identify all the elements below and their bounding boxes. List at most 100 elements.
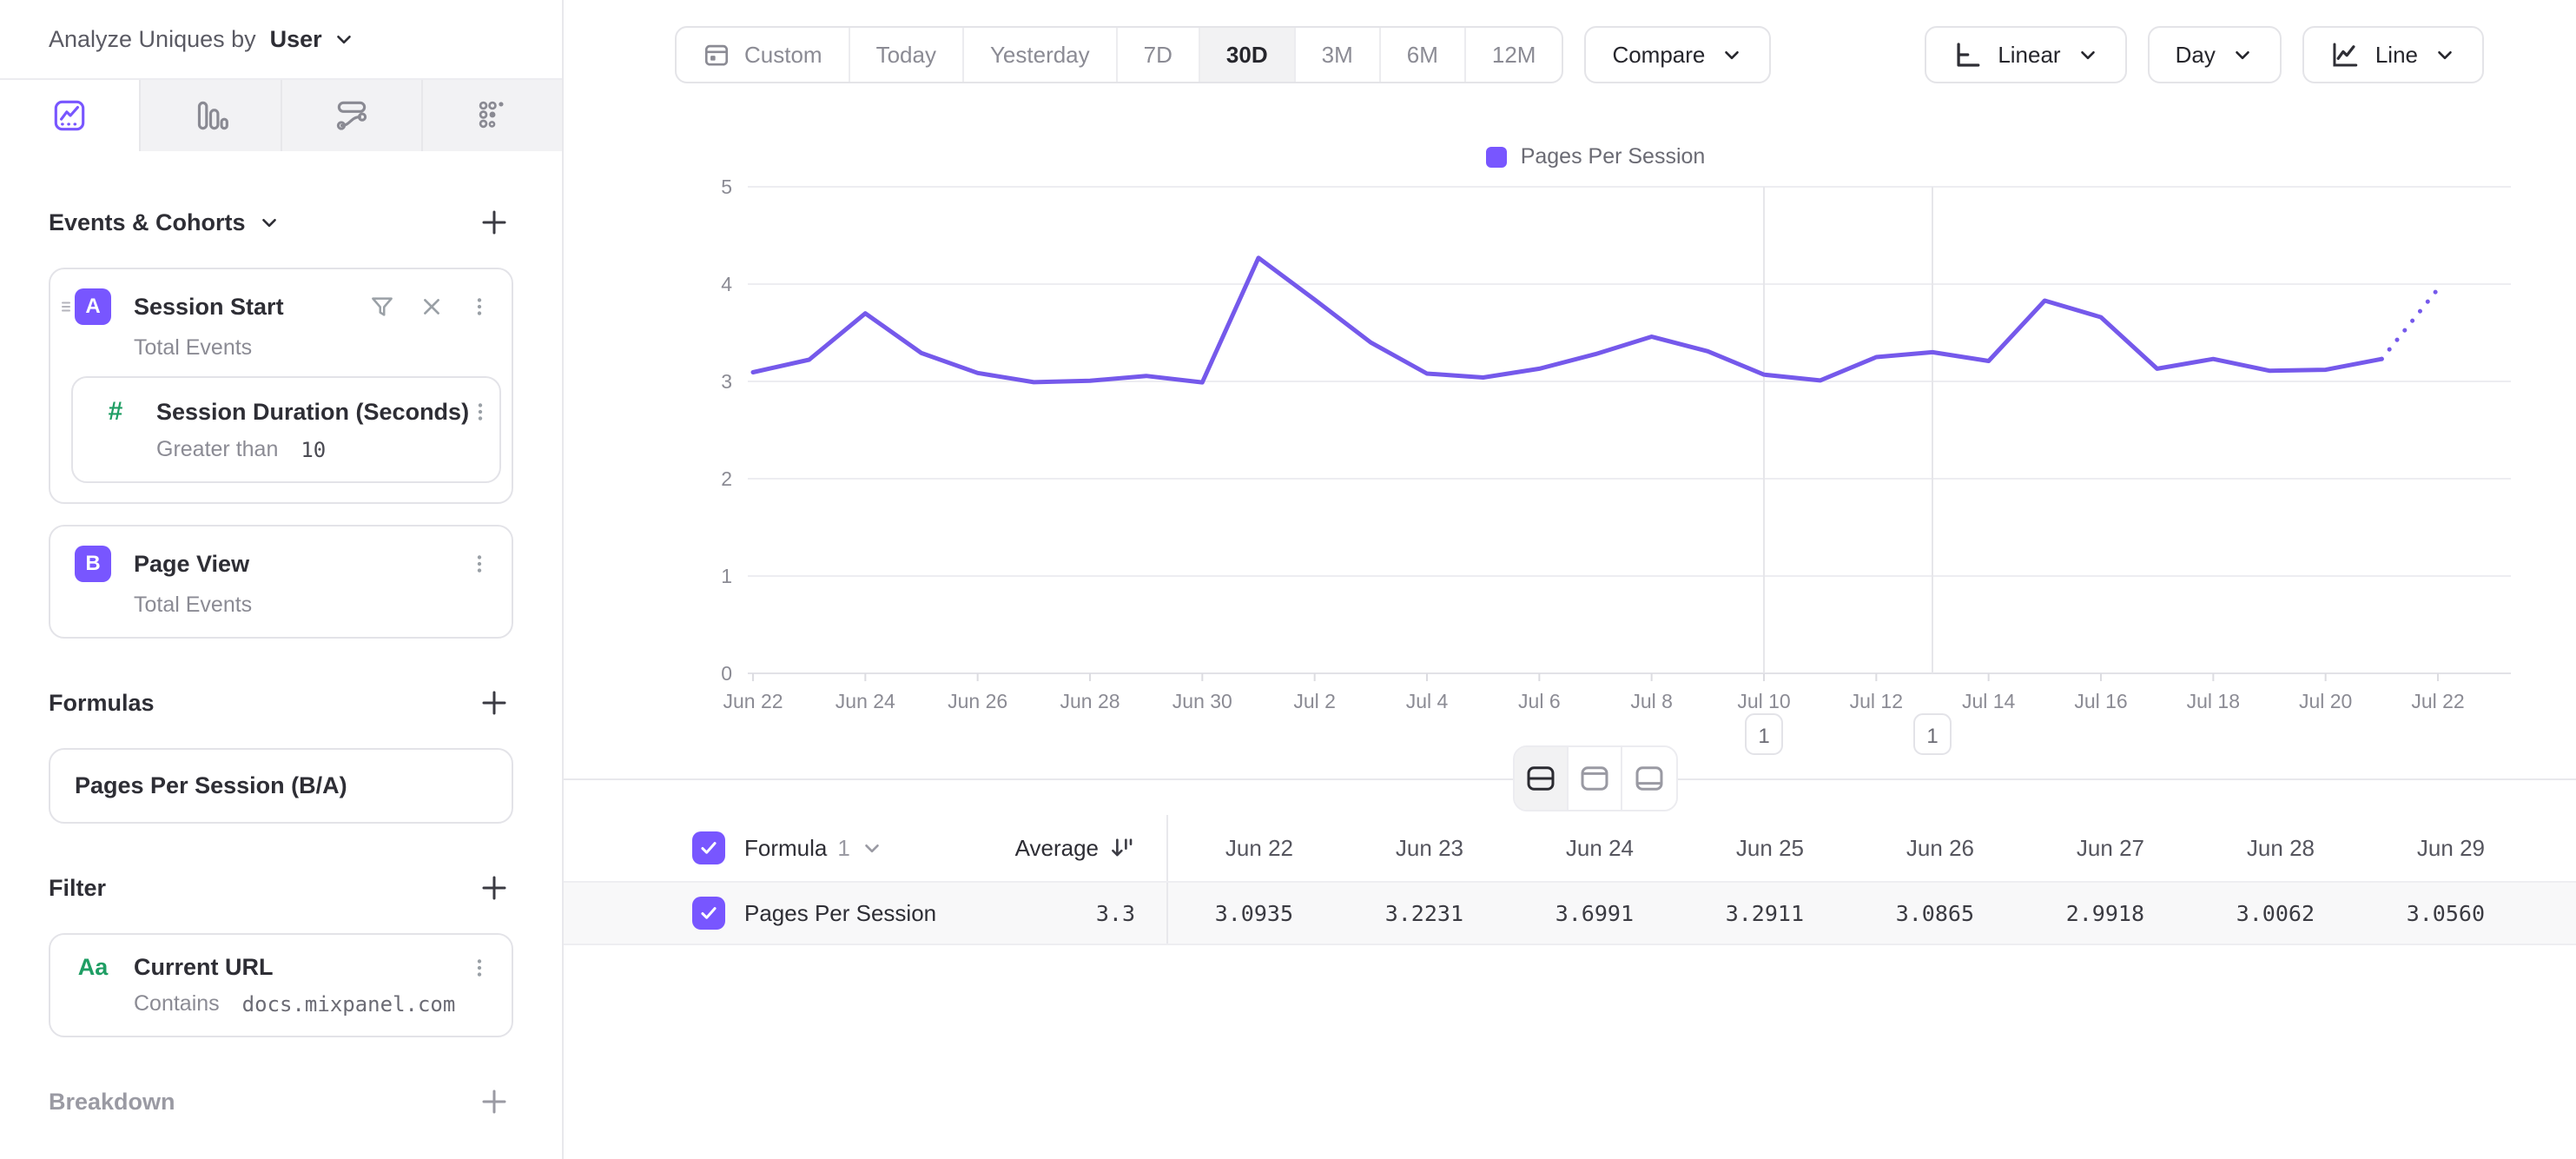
layout-split-button[interactable] xyxy=(1515,747,1569,810)
filter-icon[interactable] xyxy=(369,294,395,320)
series-line[interactable] xyxy=(753,258,2381,382)
plus-icon xyxy=(479,687,510,719)
layout-split-icon xyxy=(1524,762,1557,795)
event-actions xyxy=(369,294,491,320)
x-tick-label: Jul 12 xyxy=(1850,690,1903,712)
x-tick-label: Jul 2 xyxy=(1293,690,1336,712)
x-tick-label: Jul 18 xyxy=(2187,690,2240,712)
kebab-menu-icon xyxy=(468,294,491,320)
annotation-count: 1 xyxy=(1758,725,1769,748)
kebab-menu-icon xyxy=(468,551,491,577)
add-event-button[interactable] xyxy=(475,203,513,242)
event-card-session-start[interactable]: A Session Start Total Events # Session D… xyxy=(49,268,513,504)
analyze-by-selector[interactable]: User xyxy=(270,26,355,53)
x-tick-label: Jun 30 xyxy=(1172,690,1232,712)
date-column-header[interactable]: Jun 25 xyxy=(1679,835,1849,862)
x-tick-label: Jun 24 xyxy=(836,690,895,712)
layout-chart-only-button[interactable] xyxy=(1569,747,1622,810)
event-name: Page View xyxy=(134,551,249,578)
kebab-menu-icon[interactable] xyxy=(468,294,491,320)
event-row: B Page View xyxy=(50,527,512,582)
event-aggregation[interactable]: Total Events xyxy=(50,582,512,618)
drag-handle-icon[interactable] xyxy=(57,295,78,322)
events-section-title[interactable]: Events & Cohorts xyxy=(49,209,281,236)
date-cell-value: 3.0935 xyxy=(1168,901,1338,926)
app-root: Analyze Uniques by User Events & Cohorts… xyxy=(0,0,2576,1159)
date-column-header[interactable]: Jun 28 xyxy=(2190,835,2360,862)
bar-chart-icon xyxy=(190,96,230,136)
date-column-header[interactable]: Jun 29 xyxy=(2360,835,2530,862)
tab-flow-chart[interactable] xyxy=(282,80,423,151)
x-tick-label: Jul 8 xyxy=(1630,690,1673,712)
layout-table-only-button[interactable] xyxy=(1622,747,1676,810)
date-columns-values: 3.09353.22313.69913.29113.08652.99183.00… xyxy=(1166,883,2530,944)
kebab-menu-icon[interactable] xyxy=(468,955,491,981)
series-line-projected xyxy=(2381,289,2438,360)
filter-section-head: Filter xyxy=(49,869,513,907)
select-all-checkbox[interactable] xyxy=(692,831,725,864)
tab-bar-chart[interactable] xyxy=(141,80,281,151)
layout-table-only-icon xyxy=(1633,762,1666,795)
check-icon xyxy=(697,837,720,859)
formula-card[interactable]: Pages Per Session (B/A) xyxy=(49,748,513,824)
sort-descending-icon[interactable] xyxy=(1109,835,1135,861)
analyze-label: Analyze Uniques by xyxy=(49,26,256,53)
date-column-header[interactable]: Jun 23 xyxy=(1338,835,1509,862)
date-column-header[interactable]: Jun 27 xyxy=(2019,835,2190,862)
metric-dots-icon xyxy=(472,96,512,136)
add-formula-button[interactable] xyxy=(475,684,513,722)
row-average-cell: 3.3 xyxy=(987,901,1135,926)
filter-condition[interactable]: Contains docs.mixpanel.com xyxy=(50,981,512,1017)
filter-card-current-url[interactable]: Aa Current URL Contains docs.mixpanel.co… xyxy=(49,933,513,1037)
date-column-header[interactable]: Jun 26 xyxy=(1849,835,2019,862)
breakdown-section-title: Breakdown xyxy=(49,1089,175,1116)
chevron-down-icon xyxy=(333,28,355,50)
date-cell-value: 3.2231 xyxy=(1338,901,1509,926)
chevron-down-icon xyxy=(258,211,281,234)
event-name: Session Start xyxy=(134,294,284,321)
row-checkbox-cell xyxy=(692,897,744,930)
date-cell-value: 3.0062 xyxy=(2190,901,2360,926)
filter-value[interactable]: docs.mixpanel.com xyxy=(242,992,456,1017)
flow-chart-icon xyxy=(332,96,372,136)
average-header-cell[interactable]: Average xyxy=(987,835,1135,862)
kebab-menu-icon[interactable] xyxy=(468,551,491,577)
property-name: Session Duration (Seconds) xyxy=(156,399,469,426)
plus-icon xyxy=(479,872,510,904)
layout-toggle-group xyxy=(1513,745,1678,811)
x-tick-label: Jun 22 xyxy=(723,690,783,712)
filter-row: Aa Current URL xyxy=(50,935,512,981)
event-aggregation[interactable]: Total Events xyxy=(50,325,512,361)
filter-row: # Session Duration (Seconds) xyxy=(73,378,499,427)
y-tick-label: 0 xyxy=(721,662,732,685)
date-column-header[interactable]: Jun 24 xyxy=(1509,835,1679,862)
formulas-section-head: Formulas xyxy=(49,684,513,722)
date-column-header[interactable]: Jun 22 xyxy=(1168,835,1338,862)
check-icon xyxy=(697,902,720,924)
table-row[interactable]: Pages Per Session 3.3 3.09353.22313.6991… xyxy=(564,881,2576,945)
event-card-page-view[interactable]: B Page View Total Events xyxy=(49,525,513,639)
tab-insights-line-chart[interactable] xyxy=(0,80,141,151)
filter-value[interactable]: 10 xyxy=(301,438,326,462)
chart-type-tabstrip xyxy=(0,80,562,151)
x-tick-label: Jul 22 xyxy=(2411,690,2464,712)
close-icon[interactable] xyxy=(419,295,444,319)
analyze-header: Analyze Uniques by User xyxy=(0,0,562,80)
x-tick-label: Jun 26 xyxy=(948,690,1007,712)
row-checkbox[interactable] xyxy=(692,897,725,930)
chevron-down-icon xyxy=(861,837,883,859)
header-checkbox-cell xyxy=(692,831,744,864)
event-badge: A xyxy=(75,288,111,325)
numeric-filter-card[interactable]: # Session Duration (Seconds) Greater tha… xyxy=(71,376,501,483)
x-tick-label: Jul 14 xyxy=(1962,690,2016,712)
filter-condition[interactable]: Greater than 10 xyxy=(73,427,499,462)
kebab-menu-icon[interactable] xyxy=(469,399,492,425)
add-breakdown-button[interactable] xyxy=(475,1083,513,1121)
y-tick-label: 3 xyxy=(721,370,732,393)
formula-header-cell[interactable]: Formula 1 xyxy=(744,835,987,862)
annotation-count: 1 xyxy=(1926,725,1938,748)
filter-section-title: Filter xyxy=(49,875,106,902)
plus-icon xyxy=(479,1086,510,1117)
add-filter-button[interactable] xyxy=(475,869,513,907)
tab-metric-dots[interactable] xyxy=(423,80,562,151)
